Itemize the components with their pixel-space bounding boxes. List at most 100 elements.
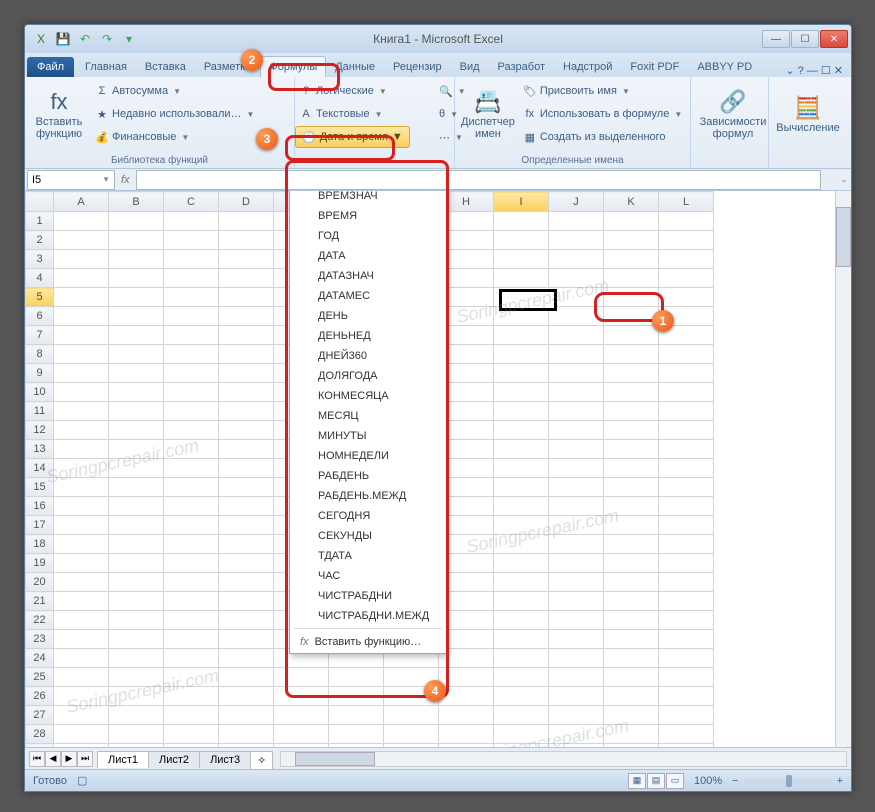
cell[interactable] bbox=[604, 630, 659, 649]
cell[interactable] bbox=[219, 345, 274, 364]
cell[interactable] bbox=[659, 421, 714, 440]
dropdown-item[interactable]: ЧИСТРАБДНИ.МЕЖД bbox=[290, 606, 446, 626]
tab-главная[interactable]: Главная bbox=[76, 56, 136, 77]
row-header[interactable]: 17 bbox=[26, 516, 54, 535]
cell[interactable] bbox=[439, 725, 494, 744]
cell[interactable] bbox=[549, 516, 604, 535]
row-header[interactable]: 28 bbox=[26, 725, 54, 744]
cell[interactable] bbox=[549, 231, 604, 250]
cell[interactable] bbox=[549, 497, 604, 516]
cell[interactable] bbox=[494, 326, 549, 345]
cell[interactable] bbox=[109, 554, 164, 573]
tab-рецензир[interactable]: Рецензир bbox=[384, 56, 451, 77]
cell[interactable] bbox=[54, 649, 109, 668]
tab-abbyy pd[interactable]: ABBYY PD bbox=[688, 56, 761, 77]
cell[interactable] bbox=[164, 440, 219, 459]
row-header[interactable]: 26 bbox=[26, 687, 54, 706]
cell[interactable] bbox=[164, 573, 219, 592]
cell[interactable] bbox=[329, 744, 384, 748]
cell[interactable] bbox=[219, 630, 274, 649]
cell[interactable] bbox=[164, 288, 219, 307]
cell[interactable] bbox=[164, 231, 219, 250]
cell[interactable] bbox=[219, 668, 274, 687]
view-buttons[interactable]: ▦ ▤ ▭ bbox=[628, 773, 684, 789]
tab-надстрой[interactable]: Надстрой bbox=[554, 56, 621, 77]
cell[interactable] bbox=[659, 345, 714, 364]
cell[interactable] bbox=[219, 478, 274, 497]
cell[interactable] bbox=[384, 744, 439, 748]
cell[interactable] bbox=[494, 554, 549, 573]
cell[interactable] bbox=[549, 687, 604, 706]
cell[interactable] bbox=[659, 725, 714, 744]
cell[interactable] bbox=[604, 440, 659, 459]
cell[interactable] bbox=[219, 687, 274, 706]
cell[interactable] bbox=[549, 364, 604, 383]
cell[interactable] bbox=[54, 326, 109, 345]
formula-bar[interactable] bbox=[136, 170, 821, 190]
row-header[interactable]: 12 bbox=[26, 421, 54, 440]
cell[interactable] bbox=[604, 231, 659, 250]
cell[interactable] bbox=[54, 573, 109, 592]
cell[interactable] bbox=[439, 744, 494, 748]
row-header[interactable]: 13 bbox=[26, 440, 54, 459]
cell[interactable] bbox=[54, 725, 109, 744]
cell[interactable] bbox=[549, 630, 604, 649]
cell[interactable] bbox=[54, 478, 109, 497]
dropdown-item[interactable]: СЕКУНДЫ bbox=[290, 526, 446, 546]
cell[interactable] bbox=[494, 535, 549, 554]
cell[interactable] bbox=[219, 212, 274, 231]
cell[interactable] bbox=[219, 611, 274, 630]
cell[interactable] bbox=[274, 687, 329, 706]
cell[interactable] bbox=[659, 269, 714, 288]
cell[interactable] bbox=[109, 231, 164, 250]
financial-button[interactable]: 💰Финансовые▼ bbox=[91, 126, 258, 148]
cell[interactable] bbox=[164, 402, 219, 421]
horizontal-scrollbar[interactable] bbox=[280, 751, 847, 767]
row-header[interactable]: 21 bbox=[26, 592, 54, 611]
cell[interactable] bbox=[549, 307, 604, 326]
save-button[interactable]: 💾 bbox=[53, 29, 73, 49]
cell[interactable] bbox=[549, 288, 604, 307]
cell[interactable] bbox=[549, 592, 604, 611]
cell[interactable] bbox=[219, 554, 274, 573]
dropdown-item[interactable]: ДАТАМЕС bbox=[290, 286, 446, 306]
cell[interactable] bbox=[494, 649, 549, 668]
first-sheet-icon[interactable]: ⏮ bbox=[29, 751, 45, 767]
cell[interactable] bbox=[109, 250, 164, 269]
cell[interactable] bbox=[164, 326, 219, 345]
cell[interactable] bbox=[659, 668, 714, 687]
cell[interactable] bbox=[274, 744, 329, 748]
zoom-out-button[interactable]: − bbox=[732, 775, 738, 787]
cell[interactable] bbox=[54, 231, 109, 250]
cell[interactable] bbox=[219, 326, 274, 345]
cell[interactable] bbox=[604, 212, 659, 231]
cell[interactable] bbox=[494, 744, 549, 748]
cell[interactable] bbox=[54, 535, 109, 554]
cell[interactable] bbox=[604, 668, 659, 687]
dropdown-item[interactable]: ВРЕМЗНАЧ bbox=[290, 191, 446, 206]
cell[interactable] bbox=[604, 687, 659, 706]
cell[interactable] bbox=[109, 307, 164, 326]
column-header[interactable]: K bbox=[604, 192, 659, 212]
dropdown-item[interactable]: ЧИСТРАБДНИ bbox=[290, 586, 446, 606]
dropdown-item[interactable]: ДНЕЙ360 bbox=[290, 346, 446, 366]
cell[interactable] bbox=[274, 706, 329, 725]
cell[interactable] bbox=[219, 725, 274, 744]
cell[interactable] bbox=[549, 649, 604, 668]
column-header[interactable]: B bbox=[109, 192, 164, 212]
row-header[interactable]: 4 bbox=[26, 269, 54, 288]
row-header[interactable]: 6 bbox=[26, 307, 54, 326]
cell[interactable] bbox=[109, 516, 164, 535]
next-sheet-icon[interactable]: ▶ bbox=[61, 751, 77, 767]
cell[interactable] bbox=[549, 421, 604, 440]
row-header[interactable]: 18 bbox=[26, 535, 54, 554]
cell[interactable] bbox=[604, 535, 659, 554]
cell[interactable] bbox=[549, 402, 604, 421]
cell[interactable] bbox=[54, 630, 109, 649]
cell[interactable] bbox=[109, 649, 164, 668]
cell[interactable] bbox=[494, 516, 549, 535]
cell[interactable] bbox=[219, 706, 274, 725]
cell[interactable] bbox=[549, 725, 604, 744]
cell[interactable] bbox=[54, 288, 109, 307]
cell[interactable] bbox=[274, 725, 329, 744]
